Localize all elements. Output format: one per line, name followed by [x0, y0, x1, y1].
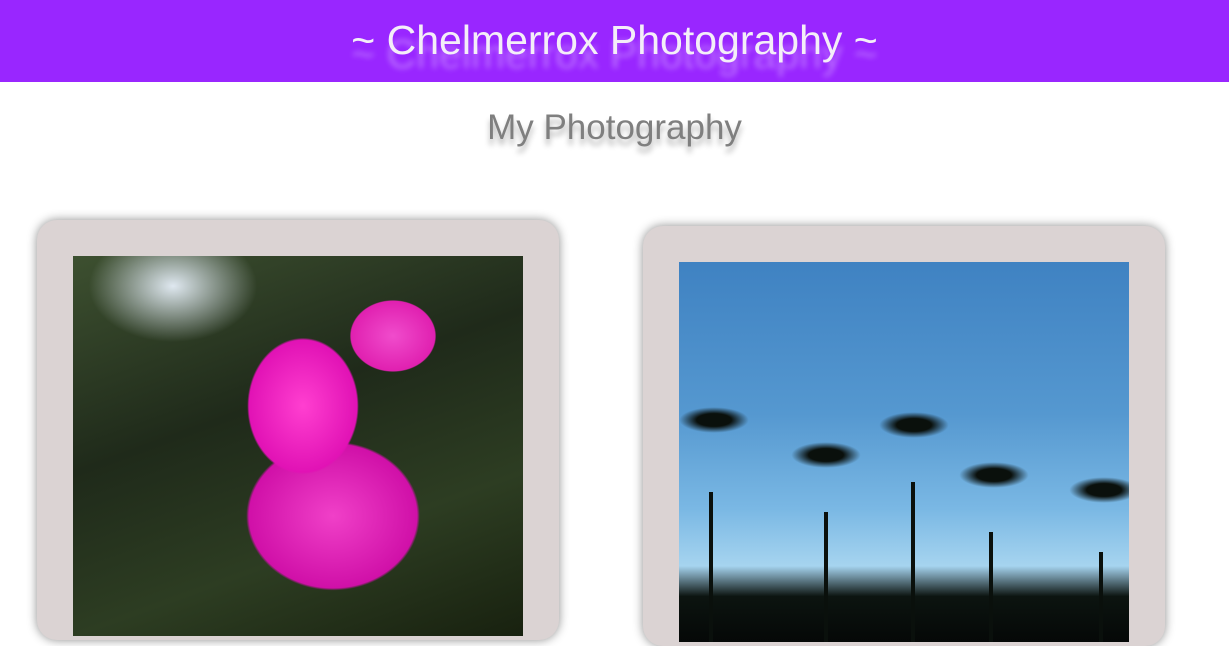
photo-pink-azalea[interactable] — [73, 256, 523, 636]
site-header: ~ Chelmerrox Photography ~ — [0, 0, 1229, 82]
palm-silhouette — [679, 407, 749, 433]
palm-silhouette — [989, 532, 993, 642]
palm-silhouette — [911, 482, 915, 642]
palm-silhouette — [709, 492, 713, 642]
palm-silhouette — [824, 512, 828, 642]
palm-silhouette — [1069, 477, 1129, 503]
palm-silhouette — [791, 442, 861, 468]
photo-palm-trees[interactable] — [679, 262, 1129, 642]
site-title: ~ Chelmerrox Photography ~ — [351, 17, 878, 63]
page-subtitle: My Photography — [487, 108, 742, 147]
palm-silhouette — [1099, 552, 1103, 642]
palm-silhouette — [879, 412, 949, 438]
palm-silhouette — [959, 462, 1029, 488]
photo-card — [37, 220, 559, 640]
photo-card — [643, 226, 1165, 646]
